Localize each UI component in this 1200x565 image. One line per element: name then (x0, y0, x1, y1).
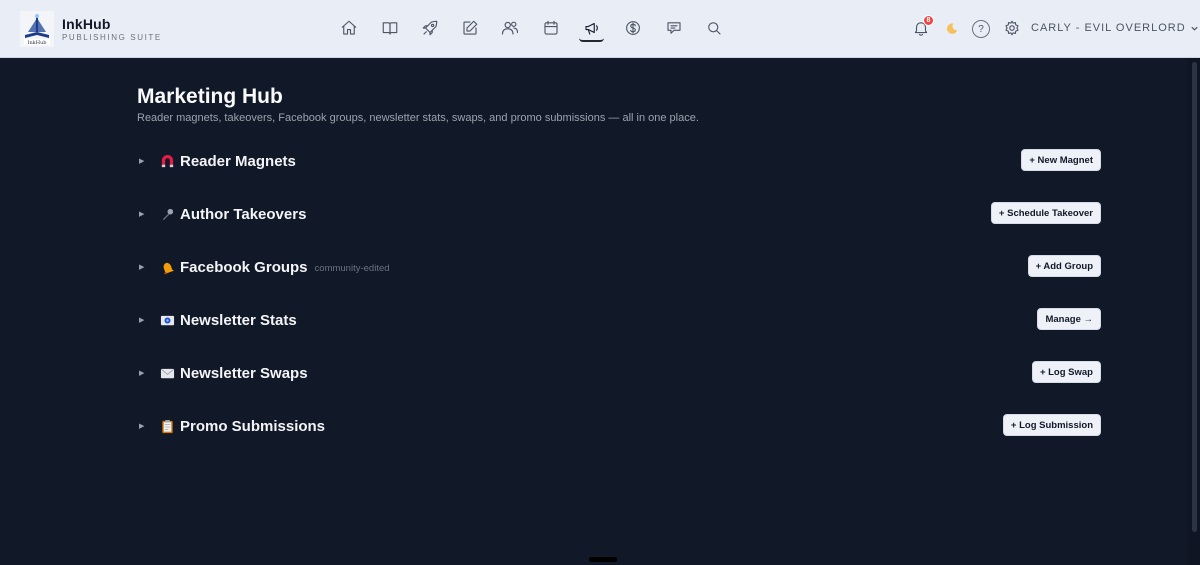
user-name: CARLY - EVIL OVERLORD (1031, 22, 1186, 34)
notification-badge: 8 (923, 15, 934, 26)
home-icon[interactable] (338, 17, 360, 39)
section-promo-submissions[interactable]: ▶ Promo Submissions + Log Submission (137, 414, 1101, 437)
bell-icon (159, 259, 175, 275)
section-facebook-groups[interactable]: ▶ Facebook Groups community-edited + Add… (137, 255, 1101, 278)
magnet-icon (159, 153, 175, 169)
dollar-icon[interactable] (622, 17, 644, 39)
vertical-scrollbar[interactable] (1188, 58, 1200, 565)
brand-tagline: PUBLISHING SUITE (62, 33, 162, 42)
book-icon[interactable] (379, 17, 401, 39)
section-newsletter-stats[interactable]: ▶ Newsletter Stats Manage → (137, 308, 1101, 331)
section-author-takeovers[interactable]: ▶ Author Takeovers + Schedule Takeover (137, 202, 1101, 225)
section-title: Facebook Groups (180, 258, 308, 276)
inkhub-logo[interactable]: InkHub (20, 11, 54, 47)
microphone-icon (159, 206, 175, 222)
new-magnet-button[interactable]: + New Magnet (1021, 149, 1101, 171)
svg-text:InkHub: InkHub (27, 40, 46, 46)
section-newsletter-swaps[interactable]: ▶ Newsletter Swaps + Log Swap (137, 361, 1101, 384)
manage-button[interactable]: Manage → (1037, 308, 1101, 330)
caret-right-icon: ▶ (139, 264, 145, 271)
newsletter-stats-icon (159, 312, 175, 328)
community-edited-tag: community-edited (314, 262, 390, 274)
user-menu[interactable]: CARLY - EVIL OVERLORD (1031, 22, 1199, 34)
section-title: Promo Submissions (180, 417, 326, 435)
clipboard-icon (159, 418, 175, 434)
search-icon[interactable] (703, 17, 725, 39)
caret-right-icon: ▶ (139, 211, 145, 218)
users-icon[interactable] (499, 17, 521, 39)
rocket-icon[interactable] (419, 17, 441, 39)
log-submission-button[interactable]: + Log Submission (1002, 414, 1101, 436)
caret-right-icon: ▶ (139, 370, 145, 377)
calendar-icon[interactable] (540, 17, 562, 39)
chevron-down-icon (1190, 24, 1199, 33)
log-swap-button[interactable]: + Log Swap (1031, 361, 1101, 383)
top-navigation-bar: InkHub InkHub PUBLISHING SUITE 8 ? CARLY… (0, 0, 1200, 58)
section-title: Author Takeovers (180, 205, 307, 223)
bottom-handle (589, 557, 617, 562)
moon-icon[interactable] (941, 17, 963, 39)
scrollbar-thumb[interactable] (1192, 62, 1197, 532)
caret-right-icon: ▶ (139, 423, 145, 430)
section-title: Newsletter Swaps (180, 364, 308, 382)
envelope-icon (159, 365, 175, 381)
schedule-takeover-button[interactable]: + Schedule Takeover (990, 202, 1101, 224)
brand-name: InkHub (62, 16, 111, 32)
section-title: Reader Magnets (180, 152, 296, 170)
caret-right-icon: ▶ (139, 158, 145, 165)
caret-right-icon: ▶ (139, 317, 145, 324)
gear-icon[interactable] (1001, 17, 1023, 39)
help-button[interactable]: ? (972, 20, 990, 38)
section-reader-magnets[interactable]: ▶ Reader Magnets + New Magnet (137, 149, 1101, 172)
megaphone-icon[interactable] (581, 17, 603, 39)
page-subtitle: Reader magnets, takeovers, Facebook grou… (137, 112, 699, 124)
section-title: Newsletter Stats (180, 311, 297, 329)
active-nav-indicator (579, 38, 604, 42)
chat-icon[interactable] (663, 17, 685, 39)
pencil-icon[interactable] (459, 17, 481, 39)
page-title: Marketing Hub (137, 85, 283, 108)
add-group-button[interactable]: + Add Group (1027, 255, 1101, 277)
